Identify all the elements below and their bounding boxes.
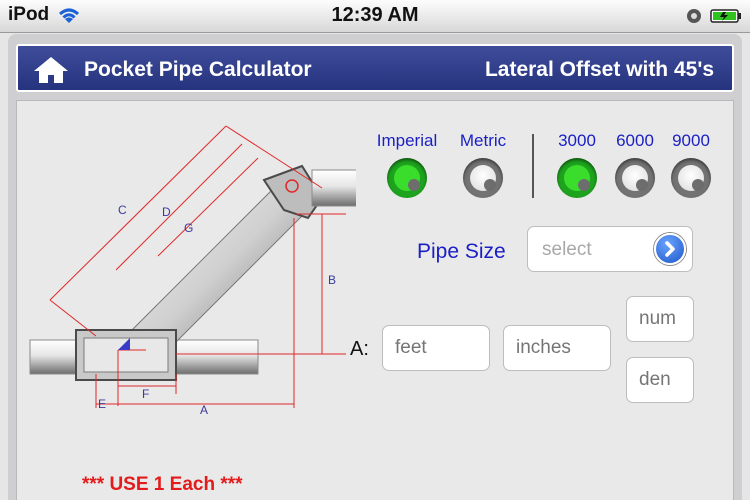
radio-9000[interactable]	[671, 158, 711, 198]
nav-header: Pocket Pipe Calculator Lateral Offset wi…	[16, 44, 734, 92]
rotation-lock-icon	[687, 9, 701, 23]
usage-warning: *** USE 1 Each ***	[82, 474, 243, 495]
status-bar: iPod 12:39 AM	[0, 0, 750, 33]
battery-icon	[710, 9, 741, 23]
radio-label-metric: Metric	[459, 131, 507, 150]
radio-3000[interactable]	[557, 158, 597, 198]
screen-title: Lateral Offset with 45's	[484, 58, 714, 81]
feet-input[interactable]	[382, 325, 490, 371]
pipe-size-select[interactable]: select	[527, 226, 693, 272]
inches-input[interactable]	[503, 325, 611, 371]
radio-metric[interactable]	[463, 158, 503, 198]
dim-label-f: F	[142, 387, 149, 401]
clock: 12:39 AM	[331, 4, 419, 26]
radio-imperial[interactable]	[387, 158, 427, 198]
pipe-size-label: Pipe Size	[417, 240, 506, 263]
dim-label-g: G	[184, 221, 193, 235]
lateral-offset-diagram: C D G B F E A	[29, 125, 356, 417]
dim-label-b: B	[328, 273, 336, 287]
chevron-right-icon	[665, 241, 675, 257]
home-icon[interactable]	[32, 55, 70, 85]
measure-a-label: A:	[350, 338, 369, 360]
dim-label-c: C	[118, 203, 127, 217]
numerator-input[interactable]	[626, 296, 694, 342]
dim-label-a: A	[200, 403, 208, 417]
dim-label-e: E	[98, 397, 106, 411]
disclosure-arrow-button[interactable]	[654, 233, 686, 265]
radio-6000[interactable]	[615, 158, 655, 198]
radio-label-9000: 9000	[672, 131, 710, 150]
app-title: Pocket Pipe Calculator	[84, 58, 312, 81]
dim-label-d: D	[162, 205, 171, 219]
pipe-size-placeholder: select	[542, 239, 592, 260]
denominator-input[interactable]	[626, 357, 694, 403]
